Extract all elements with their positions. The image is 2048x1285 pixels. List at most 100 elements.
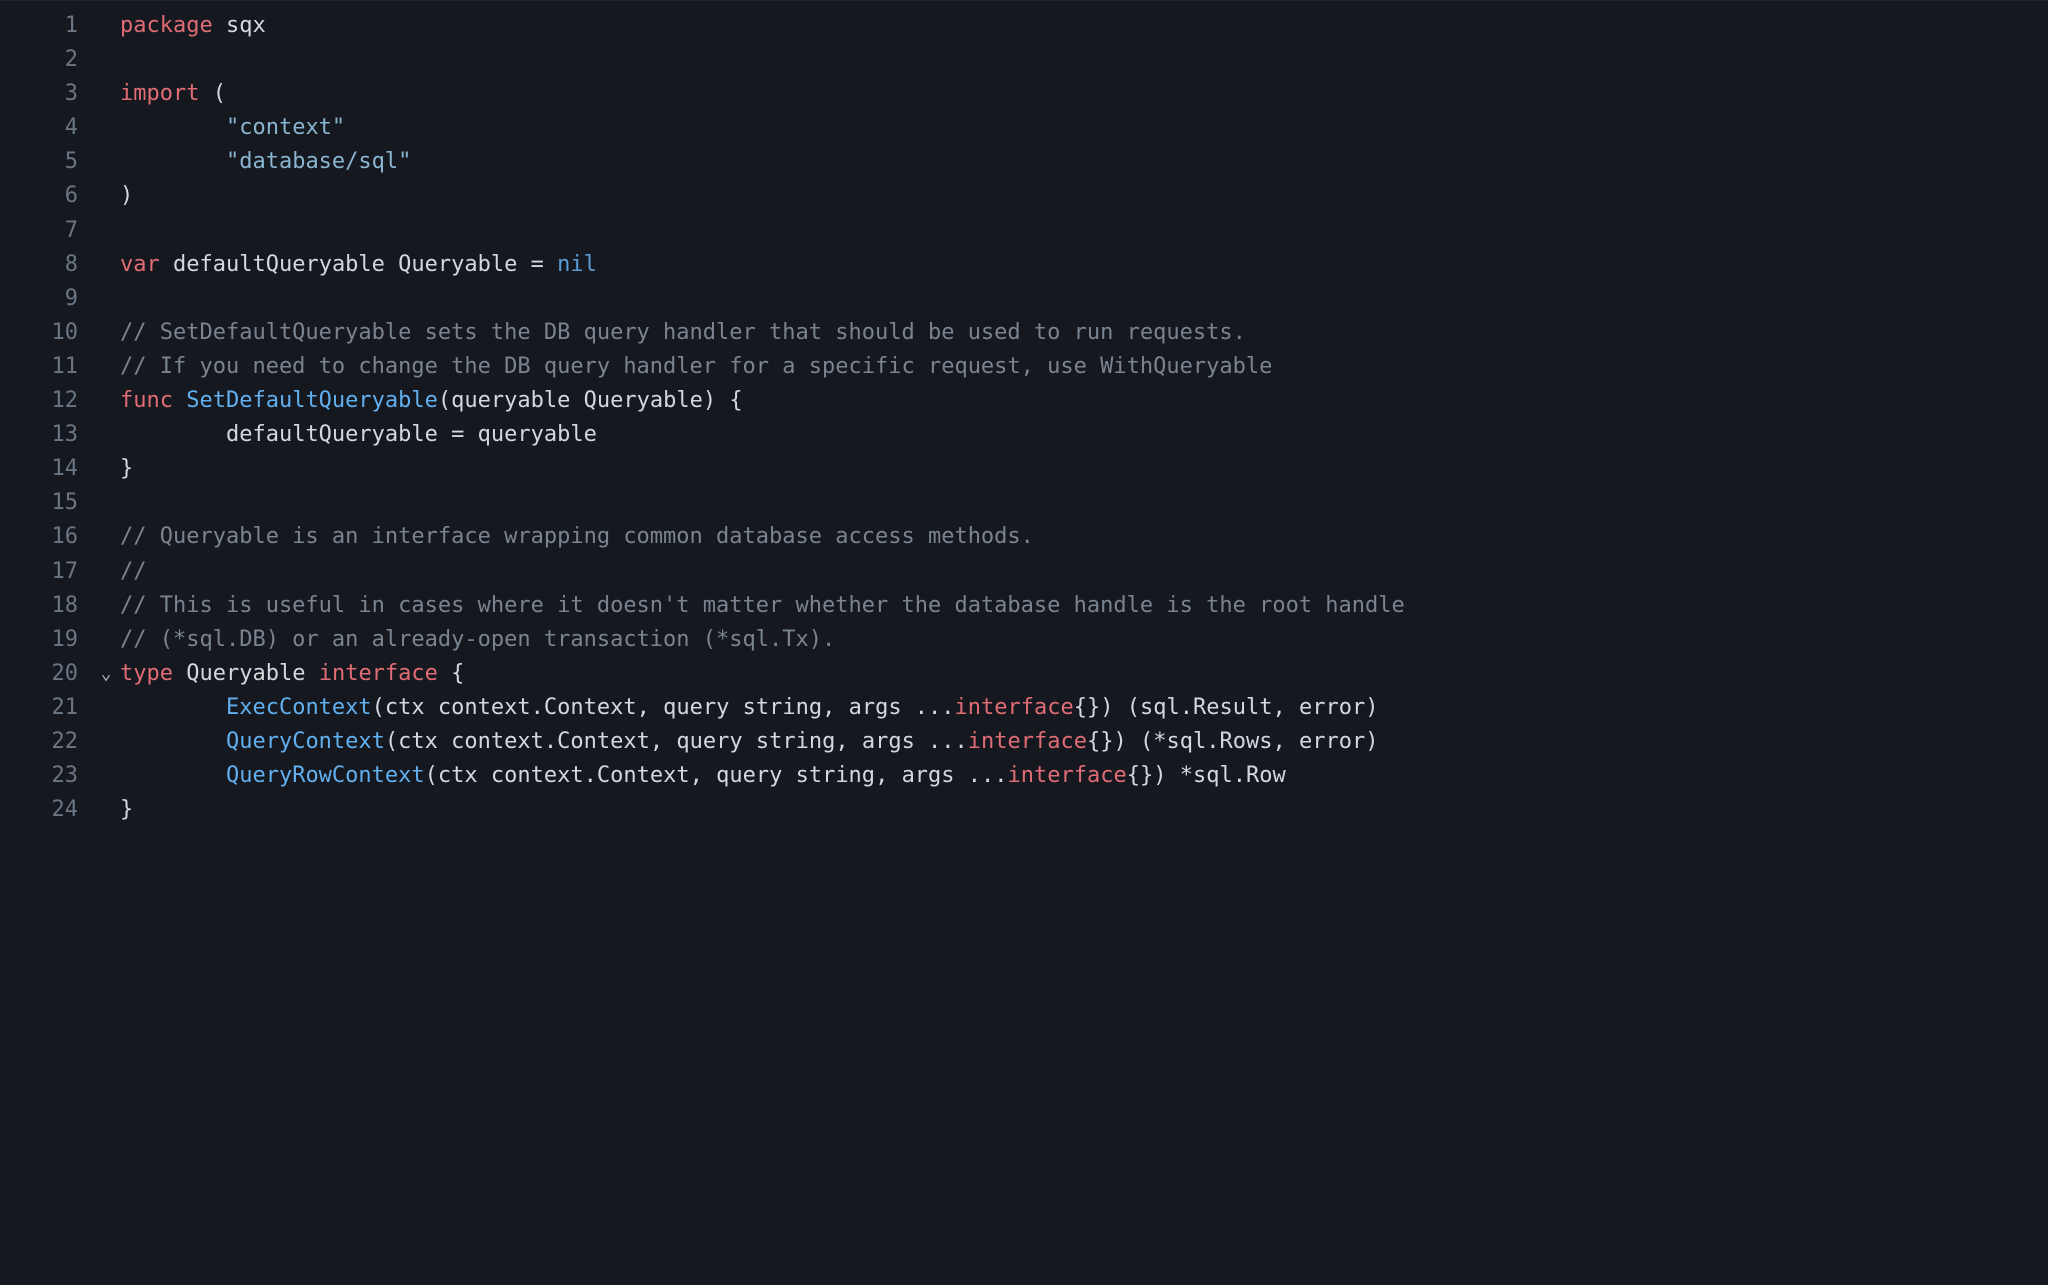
line-number: 5 bbox=[0, 145, 84, 179]
code-line[interactable]: QueryContext(ctx context.Context, query … bbox=[120, 725, 2048, 759]
code-token bbox=[517, 252, 530, 277]
line-number: 8 bbox=[0, 248, 84, 282]
code-token: context bbox=[438, 695, 531, 720]
line-number: 10 bbox=[0, 316, 84, 350]
code-token bbox=[120, 695, 226, 720]
code-line[interactable]: import ( bbox=[120, 77, 2048, 111]
code-editor[interactable]: 123456789101112131415161718192021222324 … bbox=[0, 0, 2048, 1285]
code-token bbox=[120, 763, 226, 788]
code-token: ctx bbox=[438, 763, 478, 788]
code-token: Queryable bbox=[186, 661, 305, 686]
fold-cell bbox=[92, 759, 120, 793]
code-token bbox=[438, 422, 451, 447]
code-token: package bbox=[120, 13, 213, 38]
code-token: Rows bbox=[1220, 729, 1273, 754]
code-token: ... bbox=[915, 729, 968, 754]
fold-cell bbox=[92, 520, 120, 554]
fold-cell bbox=[92, 248, 120, 282]
code-token: * bbox=[1153, 729, 1166, 754]
code-line[interactable]: // bbox=[120, 555, 2048, 589]
code-token: string bbox=[796, 763, 875, 788]
code-token bbox=[438, 729, 451, 754]
code-token: import bbox=[120, 81, 199, 106]
code-token: queryable bbox=[451, 388, 570, 413]
code-token: defaultQueryable bbox=[173, 252, 385, 277]
code-token: QueryRowContext bbox=[226, 763, 425, 788]
code-token bbox=[464, 422, 477, 447]
code-token: interface bbox=[1008, 763, 1127, 788]
code-line[interactable] bbox=[120, 486, 2048, 520]
code-line[interactable]: // If you need to change the DB query ha… bbox=[120, 350, 2048, 384]
code-token: // (*sql.DB) or an already-open transact… bbox=[120, 627, 835, 652]
code-token: defaultQueryable bbox=[226, 422, 438, 447]
line-number: 18 bbox=[0, 589, 84, 623]
fold-cell bbox=[92, 77, 120, 111]
line-number-gutter: 123456789101112131415161718192021222324 bbox=[0, 9, 92, 1285]
code-line[interactable]: // SetDefaultQueryable sets the DB query… bbox=[120, 316, 2048, 350]
code-area[interactable]: package sqx import ( "context" "database/… bbox=[120, 9, 2048, 1285]
code-token: {}) bbox=[1127, 763, 1180, 788]
code-token: interface bbox=[955, 695, 1074, 720]
code-line[interactable] bbox=[120, 214, 2048, 248]
fold-cell bbox=[92, 384, 120, 418]
code-token: Queryable bbox=[398, 252, 517, 277]
code-token: string bbox=[743, 695, 822, 720]
code-token bbox=[305, 661, 318, 686]
code-token bbox=[173, 388, 186, 413]
code-line[interactable]: defaultQueryable = queryable bbox=[120, 418, 2048, 452]
code-token: , bbox=[875, 763, 902, 788]
line-number: 21 bbox=[0, 691, 84, 725]
code-line[interactable]: } bbox=[120, 452, 2048, 486]
code-token: args bbox=[862, 729, 915, 754]
code-line[interactable]: func SetDefaultQueryable(queryable Query… bbox=[120, 384, 2048, 418]
code-token: . bbox=[1180, 695, 1193, 720]
code-token: "context" bbox=[226, 115, 345, 140]
fold-cell bbox=[92, 418, 120, 452]
code-line[interactable]: } bbox=[120, 793, 2048, 827]
fold-cell bbox=[92, 282, 120, 316]
line-number: 9 bbox=[0, 282, 84, 316]
code-token: context bbox=[491, 763, 584, 788]
code-line[interactable]: var defaultQueryable Queryable = nil bbox=[120, 248, 2048, 282]
code-token: { bbox=[438, 661, 465, 686]
code-line[interactable] bbox=[120, 43, 2048, 77]
code-token: error bbox=[1299, 695, 1365, 720]
code-token: , bbox=[835, 729, 862, 754]
code-token: sql bbox=[1167, 729, 1207, 754]
code-line[interactable]: // This is useful in cases where it does… bbox=[120, 589, 2048, 623]
code-token: . bbox=[1206, 729, 1219, 754]
code-token: . bbox=[544, 729, 557, 754]
line-number: 20 bbox=[0, 657, 84, 691]
code-token bbox=[173, 661, 186, 686]
fold-gutter: ⌄ bbox=[92, 9, 120, 1285]
code-line[interactable]: // (*sql.DB) or an already-open transact… bbox=[120, 623, 2048, 657]
fold-cell bbox=[92, 111, 120, 145]
line-number: 6 bbox=[0, 179, 84, 213]
code-token: string bbox=[756, 729, 835, 754]
code-line[interactable]: "database/sql" bbox=[120, 145, 2048, 179]
code-token: , bbox=[1272, 729, 1299, 754]
code-token: query bbox=[716, 763, 782, 788]
line-number: 14 bbox=[0, 452, 84, 486]
fold-cell bbox=[92, 623, 120, 657]
line-number: 23 bbox=[0, 759, 84, 793]
code-line[interactable]: QueryRowContext(ctx context.Context, que… bbox=[120, 759, 2048, 793]
code-token: ) bbox=[1365, 729, 1378, 754]
line-number: 17 bbox=[0, 555, 84, 589]
code-token: query bbox=[676, 729, 742, 754]
code-token: sql bbox=[1140, 695, 1180, 720]
code-token: ( bbox=[385, 729, 398, 754]
code-line[interactable] bbox=[120, 282, 2048, 316]
chevron-down-icon[interactable]: ⌄ bbox=[101, 657, 112, 691]
code-line[interactable]: package sqx bbox=[120, 9, 2048, 43]
code-token: "database/sql" bbox=[226, 149, 411, 174]
line-number: 4 bbox=[0, 111, 84, 145]
code-line[interactable]: ) bbox=[120, 179, 2048, 213]
code-token bbox=[782, 763, 795, 788]
code-line[interactable]: "context" bbox=[120, 111, 2048, 145]
code-line[interactable]: type Queryable interface { bbox=[120, 657, 2048, 691]
code-token: {}) ( bbox=[1074, 695, 1140, 720]
code-line[interactable]: // Queryable is an interface wrapping co… bbox=[120, 520, 2048, 554]
code-token: Row bbox=[1246, 763, 1286, 788]
code-line[interactable]: ExecContext(ctx context.Context, query s… bbox=[120, 691, 2048, 725]
